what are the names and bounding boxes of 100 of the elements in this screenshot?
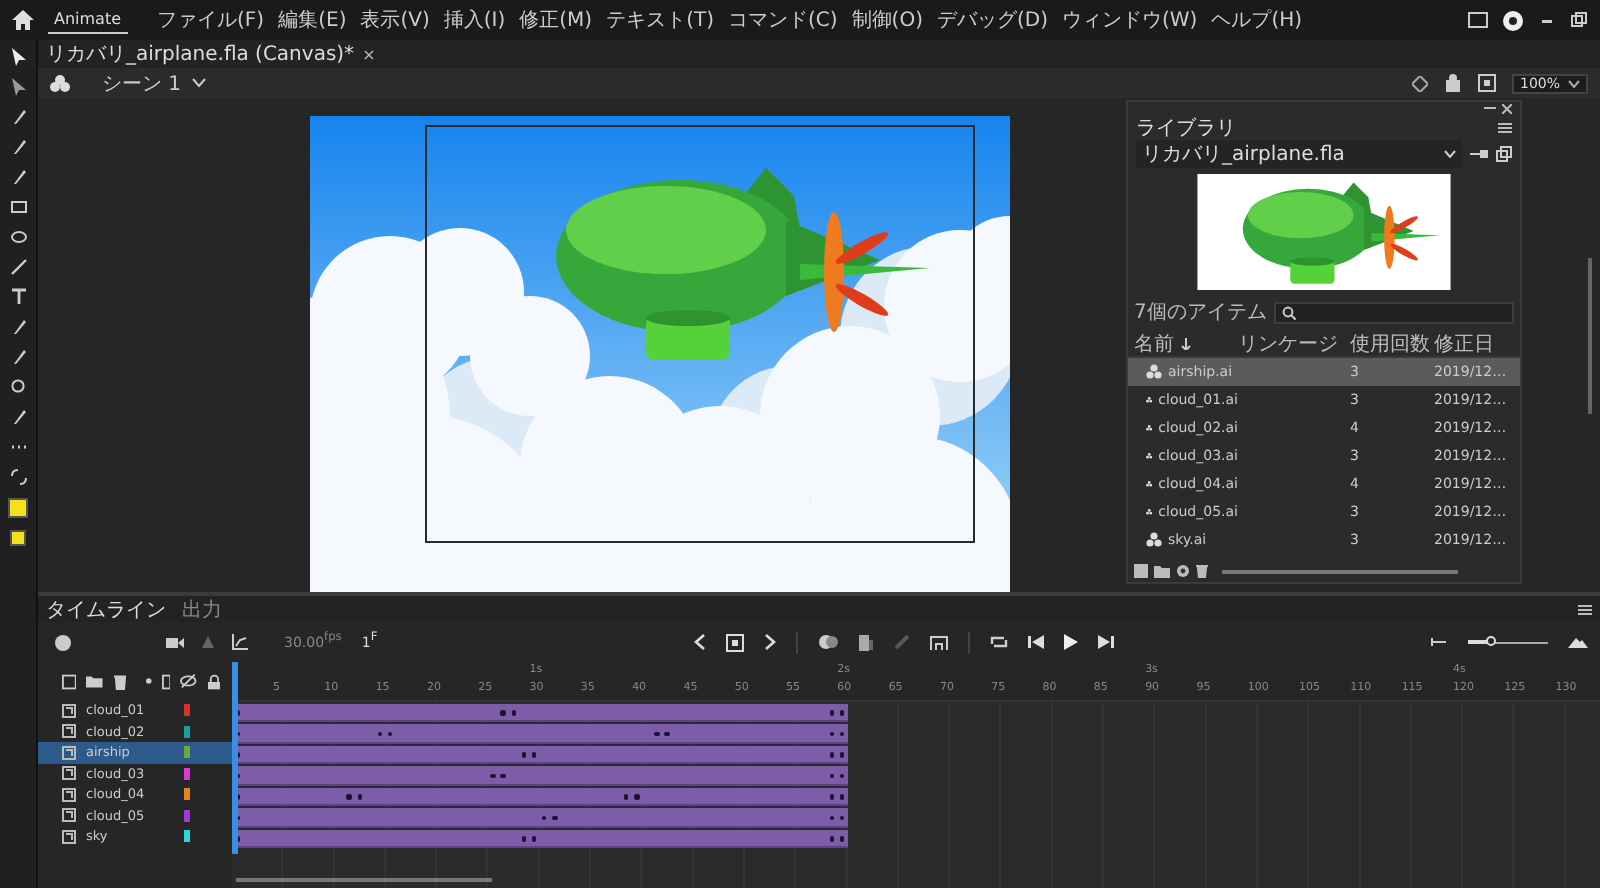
layer-view-icon[interactable] bbox=[54, 633, 72, 651]
keyframe-dot[interactable] bbox=[634, 794, 640, 799]
keyframe-dot[interactable] bbox=[839, 836, 845, 841]
delete-icon[interactable] bbox=[113, 673, 126, 689]
menu-item[interactable]: コマンド(C) bbox=[728, 6, 838, 34]
panel-tab[interactable]: 出力 bbox=[182, 595, 222, 623]
layer-color-swatch[interactable] bbox=[184, 767, 190, 780]
menu-item[interactable]: 修正(M) bbox=[519, 6, 593, 34]
line-icon[interactable] bbox=[9, 258, 27, 276]
broadcast-icon[interactable] bbox=[1502, 9, 1524, 31]
keyframe-dot[interactable] bbox=[654, 731, 660, 736]
keyframe-dot[interactable] bbox=[521, 836, 527, 841]
library-file-dropdown[interactable]: リカバリ_airplane.fla bbox=[1136, 140, 1462, 168]
scene-dropdown[interactable]: シーン 1 bbox=[102, 69, 206, 97]
tab-close-button[interactable]: × bbox=[362, 45, 376, 63]
previous-keyframe-icon[interactable] bbox=[693, 634, 706, 650]
screen-mode-icon[interactable] bbox=[1468, 12, 1488, 28]
column-header[interactable]: 名前 bbox=[1134, 329, 1174, 357]
scrollbar-thumb[interactable] bbox=[1222, 569, 1458, 573]
swap-colors-icon[interactable] bbox=[9, 468, 27, 486]
center-stage-icon[interactable] bbox=[1412, 75, 1428, 91]
keyframe-dot[interactable] bbox=[839, 794, 845, 799]
menu-icon[interactable] bbox=[1498, 121, 1512, 133]
keyframe-dot[interactable] bbox=[829, 731, 835, 736]
center-frame-icon[interactable] bbox=[929, 635, 948, 649]
subselection-arrow-icon[interactable] bbox=[9, 78, 27, 96]
zoom-icon[interactable] bbox=[9, 378, 27, 396]
motion-tween-span[interactable] bbox=[232, 703, 848, 722]
fit-frames-icon[interactable] bbox=[1430, 634, 1449, 650]
keyframe-dot[interactable] bbox=[839, 731, 845, 736]
menu-item[interactable]: ウィンドウ(W) bbox=[1062, 6, 1198, 34]
fit-stage-icon[interactable] bbox=[1478, 74, 1496, 92]
clip-icon[interactable] bbox=[1444, 74, 1462, 92]
restore-icon[interactable] bbox=[1570, 11, 1588, 29]
text-tool-icon[interactable] bbox=[9, 288, 27, 306]
menu-item[interactable]: 編集(E) bbox=[278, 6, 347, 34]
keyframe-dot[interactable] bbox=[541, 815, 547, 820]
menu-icon[interactable] bbox=[1578, 603, 1592, 615]
layer-color-swatch[interactable] bbox=[184, 809, 190, 822]
scrollbar-thumb[interactable] bbox=[236, 878, 492, 882]
panel-tab[interactable]: タイムライン bbox=[46, 595, 166, 623]
new-library-icon[interactable] bbox=[1496, 146, 1512, 162]
menu-item[interactable]: 制御(O) bbox=[851, 6, 923, 34]
collapse-icon[interactable] bbox=[1484, 105, 1496, 113]
oval-icon[interactable] bbox=[9, 228, 27, 246]
selection-arrow-icon[interactable] bbox=[9, 48, 27, 66]
keyframe-dot[interactable] bbox=[552, 815, 558, 820]
folder-icon[interactable] bbox=[1154, 564, 1170, 578]
keyframe-dot[interactable] bbox=[839, 773, 845, 778]
keyframe-dot[interactable] bbox=[531, 836, 537, 841]
outline-icon[interactable] bbox=[161, 673, 171, 689]
keyframe-icon[interactable] bbox=[725, 633, 744, 651]
keyframe-dot[interactable] bbox=[839, 752, 845, 757]
keyframe-dot[interactable] bbox=[829, 773, 835, 778]
delete-icon[interactable] bbox=[1196, 564, 1208, 578]
loop-icon[interactable] bbox=[989, 634, 1008, 650]
menu-item[interactable]: 挿入(I) bbox=[443, 6, 506, 34]
keyframe-dot[interactable] bbox=[829, 794, 835, 799]
slider-thumb[interactable] bbox=[1486, 635, 1497, 645]
fill-color-swatch[interactable] bbox=[10, 530, 26, 546]
layer-color-swatch[interactable] bbox=[184, 725, 190, 738]
parenting-icon[interactable] bbox=[200, 634, 216, 650]
column-header[interactable]: 使用回数 bbox=[1342, 329, 1434, 357]
close-icon[interactable] bbox=[1502, 104, 1512, 114]
step-back-icon[interactable] bbox=[1027, 634, 1044, 650]
symbol-edit-icon[interactable] bbox=[50, 73, 70, 93]
keyframe-dot[interactable] bbox=[490, 773, 496, 778]
pencil-icon[interactable] bbox=[9, 168, 27, 186]
graph-icon[interactable] bbox=[232, 634, 248, 650]
layer-color-swatch[interactable] bbox=[184, 788, 190, 801]
keyframe-dot[interactable] bbox=[511, 710, 516, 715]
pin-icon[interactable] bbox=[1470, 148, 1488, 160]
layer-color-swatch[interactable] bbox=[184, 830, 190, 843]
visibility-icon[interactable] bbox=[180, 674, 198, 688]
onion-outline-icon[interactable] bbox=[857, 633, 874, 651]
keyframe-dot[interactable] bbox=[829, 836, 835, 841]
motion-tween-span[interactable] bbox=[232, 787, 848, 806]
column-header[interactable]: 修正日 bbox=[1434, 329, 1514, 357]
motion-tween-span[interactable] bbox=[232, 829, 848, 848]
folder-icon[interactable] bbox=[86, 674, 104, 688]
keyframe-dot[interactable] bbox=[500, 773, 506, 778]
menu-item[interactable]: 表示(V) bbox=[360, 6, 430, 34]
step-forward-icon[interactable] bbox=[1097, 634, 1114, 650]
keyframe-dot[interactable] bbox=[623, 794, 629, 799]
home-icon[interactable] bbox=[12, 10, 34, 30]
keyframe-dot[interactable] bbox=[357, 794, 363, 799]
keyframe-dot[interactable] bbox=[829, 815, 835, 820]
new-layer-icon[interactable] bbox=[62, 673, 77, 689]
camera-icon[interactable] bbox=[166, 635, 184, 649]
keyframe-dot[interactable] bbox=[377, 731, 383, 736]
next-keyframe-icon[interactable] bbox=[763, 634, 776, 650]
onion-skin-icon[interactable] bbox=[817, 634, 838, 650]
mountain-icon[interactable] bbox=[1568, 636, 1589, 648]
keyframe-dot[interactable] bbox=[839, 815, 845, 820]
scrollbar-thumb[interactable] bbox=[1588, 258, 1592, 414]
keyframe-dot[interactable] bbox=[387, 731, 393, 736]
stroke-color-swatch[interactable] bbox=[8, 498, 28, 518]
keyframe-dot[interactable] bbox=[829, 752, 835, 757]
layer-color-swatch[interactable] bbox=[184, 746, 190, 759]
keyframe-dot[interactable] bbox=[839, 710, 845, 715]
